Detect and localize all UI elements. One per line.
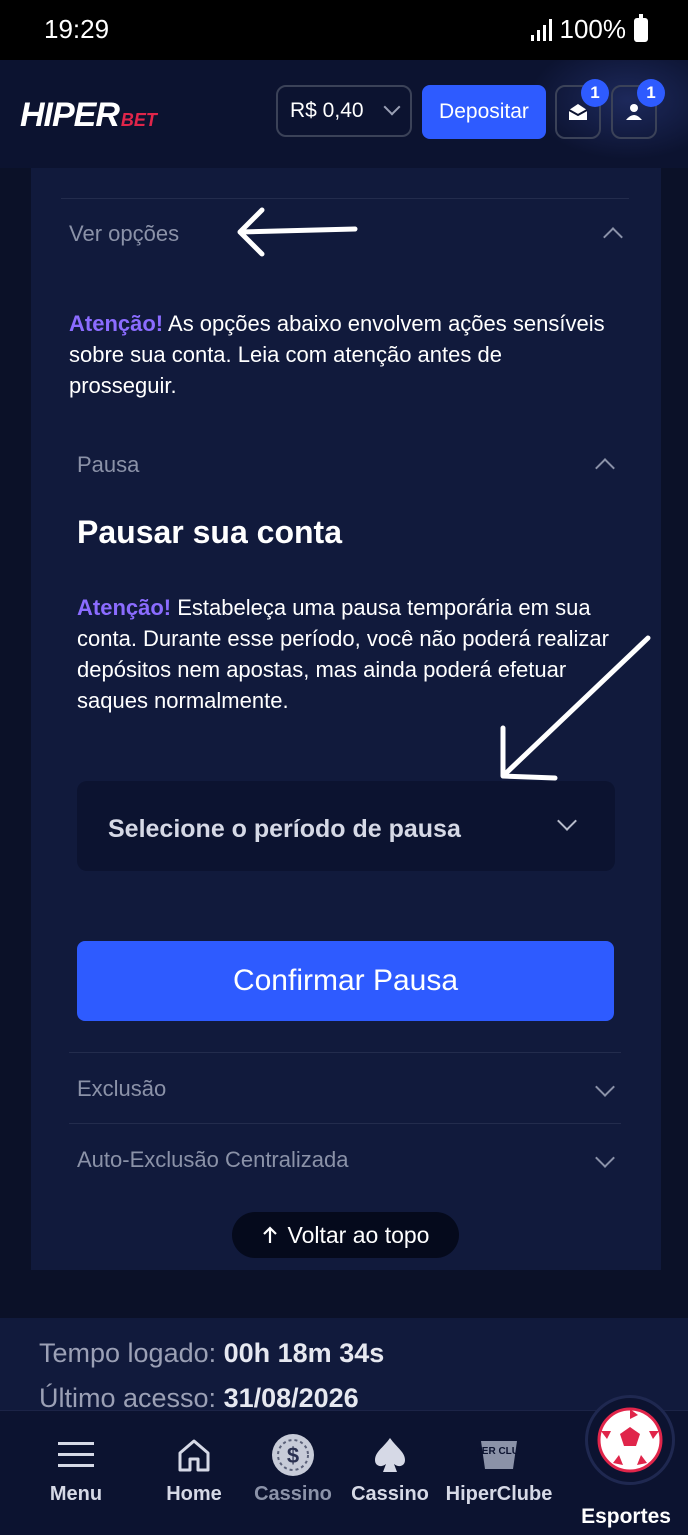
- options-warning: Atenção! As opções abaixo envolvem ações…: [69, 311, 605, 398]
- nav-home[interactable]: Home: [158, 1411, 230, 1535]
- central-exclusion-section-toggle[interactable]: Auto-Exclusão Centralizada: [77, 1147, 348, 1173]
- balance-dropdown[interactable]: R$ 0,40: [276, 85, 412, 137]
- arrow-up-icon: [262, 1226, 277, 1243]
- envelope-open-icon: [568, 104, 588, 120]
- messages-badge: 1: [581, 79, 609, 107]
- deposit-button[interactable]: Depositar: [422, 85, 546, 139]
- spade-icon: [373, 1431, 407, 1479]
- battery-percent: 100%: [559, 14, 627, 44]
- status-bar: 19:29 100%: [0, 0, 688, 60]
- user-icon: [626, 104, 642, 120]
- coin-icon: $: [270, 1431, 316, 1479]
- nav-cassino-coin[interactable]: $ Cassino: [250, 1411, 336, 1535]
- hiperclube-icon: HIPER CLUBE: [477, 1431, 521, 1479]
- status-right: 100%: [530, 13, 648, 45]
- pause-period-placeholder: Selecione o período de pausa: [108, 815, 461, 843]
- balance-value: R$ 0,40: [290, 99, 364, 122]
- status-time: 19:29: [44, 14, 110, 44]
- logged-time: Tempo logado: 00h 18m 34s: [39, 1338, 385, 1368]
- pause-section-toggle[interactable]: Pausa: [77, 452, 139, 478]
- pause-warning: Atenção! Estabeleça uma pausa temporária…: [77, 595, 609, 713]
- pause-heading: Pausar sua conta: [77, 514, 342, 550]
- chevron-down-icon: [557, 811, 577, 831]
- svg-text:$: $: [287, 1443, 299, 1468]
- session-info: Tempo logado: 00h 18m 34s Último acesso:…: [0, 1318, 688, 1418]
- bottom-navigation: Menu Home $ Cassino Cassino HIPER CLUBE …: [0, 1410, 688, 1535]
- home-icon: [176, 1431, 212, 1479]
- exclusion-section-toggle[interactable]: Exclusão: [77, 1076, 166, 1102]
- options-toggle[interactable]: Ver opções: [69, 221, 179, 247]
- profile-button[interactable]: 1: [611, 79, 665, 139]
- profile-badge: 1: [637, 79, 665, 107]
- nav-menu[interactable]: Menu: [40, 1411, 112, 1535]
- nav-cassino-spade[interactable]: Cassino: [348, 1411, 432, 1535]
- hamburger-icon: [58, 1431, 94, 1479]
- confirm-pause-button[interactable]: Confirmar Pausa: [77, 941, 614, 1021]
- hiperbet-logo[interactable]: HIPER BET: [20, 96, 157, 135]
- signal-icon: [530, 18, 552, 41]
- chevron-down-icon: [383, 98, 401, 116]
- battery-icon: [634, 13, 648, 42]
- messages-button[interactable]: 1: [555, 79, 609, 139]
- app-header: HIPER BET R$ 0,40 Depositar 1 1: [0, 60, 688, 168]
- svg-text:HIPER CLUBE: HIPER CLUBE: [477, 1446, 521, 1457]
- back-to-top-button[interactable]: Voltar ao topo: [232, 1212, 459, 1258]
- pause-period-select[interactable]: Selecione o período de pausa: [77, 781, 615, 871]
- nav-hiperclube[interactable]: HIPER CLUBE HiperClube: [440, 1411, 558, 1535]
- soccer-ball-icon[interactable]: [585, 1395, 675, 1485]
- back-to-top-label: Voltar ao topo: [287, 1221, 430, 1248]
